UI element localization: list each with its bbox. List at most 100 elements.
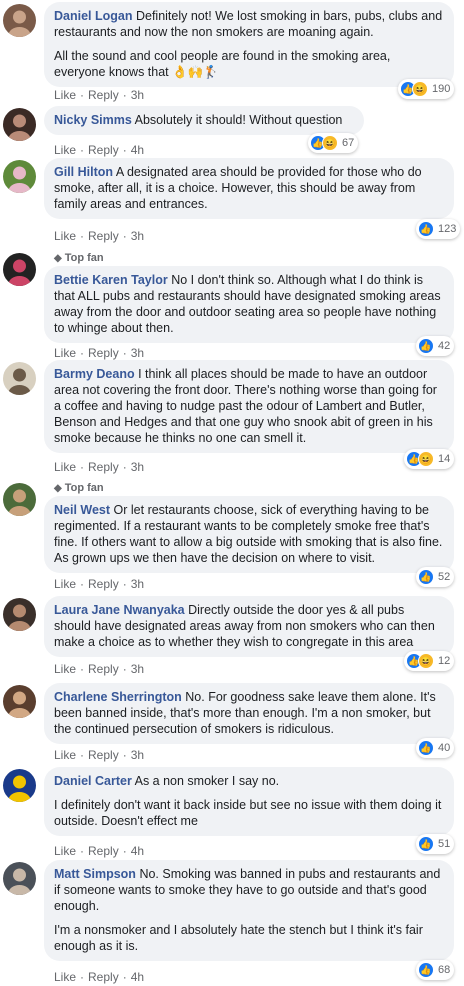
- top-fan-badge: ◆ Top fan: [54, 481, 104, 495]
- avatar[interactable]: [3, 362, 36, 395]
- comment-text: As a non smoker I say no.: [134, 774, 280, 788]
- reaction-summary[interactable]: 👍 😆 12: [404, 651, 455, 671]
- separator: ·: [122, 844, 127, 858]
- avatar[interactable]: [3, 769, 36, 802]
- like-button[interactable]: Like: [54, 970, 76, 984]
- timestamp[interactable]: 3h: [131, 460, 144, 474]
- avatar[interactable]: [3, 160, 36, 193]
- avatar[interactable]: [3, 253, 36, 286]
- reaction-count: 51: [438, 838, 451, 850]
- reply-button[interactable]: Reply: [88, 460, 119, 474]
- comment-paragraph: Gill Hilton A designated area should be …: [54, 164, 444, 212]
- avatar[interactable]: [3, 4, 36, 37]
- timestamp[interactable]: 3h: [131, 88, 144, 102]
- comment-author[interactable]: Laura Jane Nwanyaka: [54, 603, 185, 617]
- comment-author[interactable]: Gill Hilton: [54, 165, 113, 179]
- comment-author[interactable]: Neil West: [54, 503, 110, 517]
- timestamp[interactable]: 3h: [131, 346, 144, 360]
- reaction-summary[interactable]: 👍 123: [416, 219, 461, 239]
- like-button[interactable]: Like: [54, 143, 76, 157]
- timestamp[interactable]: 3h: [131, 662, 144, 676]
- timestamp[interactable]: 4h: [131, 844, 144, 858]
- like-button[interactable]: Like: [54, 460, 76, 474]
- comment-paragraph: Daniel Carter As a non smoker I say no.: [54, 773, 444, 789]
- like-button[interactable]: Like: [54, 577, 76, 591]
- reply-button[interactable]: Reply: [88, 346, 119, 360]
- timestamp[interactable]: 3h: [131, 577, 144, 591]
- comment-actions: Like · Reply · 4h: [54, 970, 144, 984]
- comment-text: Or let restaurants choose, sick of every…: [54, 503, 443, 565]
- reaction-summary[interactable]: 👍 😆 190: [398, 79, 455, 99]
- reply-button[interactable]: Reply: [88, 748, 119, 762]
- haha-icon: 😆: [418, 653, 434, 669]
- avatar[interactable]: [3, 483, 36, 516]
- separator: ·: [80, 748, 85, 762]
- reply-button[interactable]: Reply: [88, 577, 119, 591]
- comment-author[interactable]: Matt Simpson: [54, 867, 136, 881]
- comment-actions: Like · Reply · 3h: [54, 346, 144, 360]
- comment-author[interactable]: Nicky Simms: [54, 113, 132, 127]
- comment-actions: Like · Reply · 4h: [54, 143, 144, 157]
- reaction-summary[interactable]: 👍 😆 14: [404, 449, 455, 469]
- reply-button[interactable]: Reply: [88, 88, 119, 102]
- comment-paragraph: Charlene Sherrington No. For goodness sa…: [54, 689, 444, 737]
- reaction-summary[interactable]: 👍 51: [416, 834, 455, 854]
- comment-actions: Like · Reply · 3h: [54, 229, 144, 243]
- reaction-count: 40: [438, 742, 451, 754]
- timestamp[interactable]: 4h: [131, 970, 144, 984]
- reaction-summary[interactable]: 👍 52: [416, 567, 455, 587]
- comment-bubble: Charlene Sherrington No. For goodness sa…: [44, 683, 454, 744]
- reaction-count: 12: [438, 655, 451, 667]
- comment-paragraph: Bettie Karen Taylor No I don't think so.…: [54, 272, 444, 336]
- separator: ·: [80, 577, 85, 591]
- comment-author[interactable]: Barmy Deano: [54, 367, 135, 381]
- like-button[interactable]: Like: [54, 88, 76, 102]
- reply-button[interactable]: Reply: [88, 662, 119, 676]
- reaction-count: 190: [432, 83, 451, 95]
- timestamp[interactable]: 4h: [131, 143, 144, 157]
- comment-author[interactable]: Bettie Karen Taylor: [54, 273, 168, 287]
- avatar[interactable]: [3, 108, 36, 141]
- like-button[interactable]: Like: [54, 844, 76, 858]
- reply-button[interactable]: Reply: [88, 844, 119, 858]
- diamond-icon: ◆: [54, 253, 62, 264]
- haha-icon: 😆: [322, 135, 338, 151]
- comment-bubble: Bettie Karen Taylor No I don't think so.…: [44, 266, 454, 343]
- reply-button[interactable]: Reply: [88, 229, 119, 243]
- reaction-count: 67: [342, 137, 355, 149]
- comment-paragraph: All the sound and cool people are found …: [54, 48, 444, 80]
- separator: ·: [80, 662, 85, 676]
- like-button[interactable]: Like: [54, 662, 76, 676]
- timestamp[interactable]: 3h: [131, 229, 144, 243]
- comment-author[interactable]: Charlene Sherrington: [54, 690, 182, 704]
- reply-button[interactable]: Reply: [88, 143, 119, 157]
- reaction-summary[interactable]: 👍 68: [416, 960, 455, 980]
- comment-actions: Like · Reply · 3h: [54, 88, 144, 102]
- reaction-summary[interactable]: 👍 42: [416, 336, 455, 356]
- like-icon: 👍: [418, 962, 434, 978]
- comment-paragraph: I'm a nonsmoker and I absolutely hate th…: [54, 922, 444, 954]
- like-button[interactable]: Like: [54, 229, 76, 243]
- reaction-summary[interactable]: 👍 40: [416, 738, 455, 758]
- reaction-summary[interactable]: 👍 😆 67: [308, 133, 359, 153]
- reply-button[interactable]: Reply: [88, 970, 119, 984]
- like-icon: 👍: [418, 740, 434, 756]
- separator: ·: [80, 460, 85, 474]
- comment-author[interactable]: Daniel Logan: [54, 9, 132, 23]
- timestamp[interactable]: 3h: [131, 748, 144, 762]
- like-icon: 👍: [418, 836, 434, 852]
- avatar[interactable]: [3, 862, 36, 895]
- comment-bubble: Neil West Or let restaurants choose, sic…: [44, 496, 454, 573]
- like-button[interactable]: Like: [54, 346, 76, 360]
- comment-paragraph: Neil West Or let restaurants choose, sic…: [54, 502, 444, 566]
- comment-text: I definitely don't want it back inside b…: [54, 798, 442, 828]
- comment-author[interactable]: Daniel Carter: [54, 774, 132, 788]
- avatar[interactable]: [3, 598, 36, 631]
- separator: ·: [122, 346, 127, 360]
- comment-bubble: Daniel Logan Definitely not! We lost smo…: [44, 2, 454, 87]
- separator: ·: [80, 346, 85, 360]
- like-button[interactable]: Like: [54, 748, 76, 762]
- comment-paragraph: Laura Jane Nwanyaka Directly outside the…: [54, 602, 444, 650]
- avatar[interactable]: [3, 685, 36, 718]
- separator: ·: [122, 970, 127, 984]
